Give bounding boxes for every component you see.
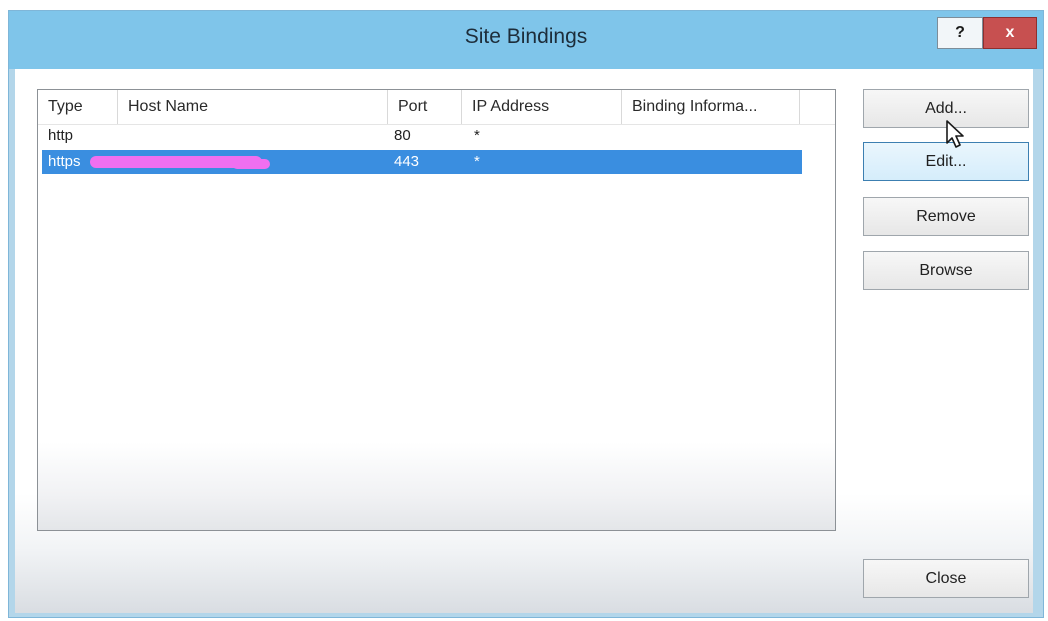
cell-type: http	[48, 127, 74, 144]
close-window-button[interactable]: x	[983, 17, 1037, 49]
dialog-title: Site Bindings	[464, 25, 588, 48]
column-header-host-name[interactable]: Host Name	[118, 90, 388, 124]
column-header-binding-information[interactable]: Binding Informa...	[622, 90, 800, 124]
redacted-host-name-tail	[232, 159, 270, 169]
cell-port: 80	[394, 127, 411, 144]
cell-ip-address: *	[474, 153, 480, 170]
arrow-cursor-icon	[946, 120, 964, 148]
help-button[interactable]: ?	[937, 17, 983, 49]
site-bindings-dialog: Site Bindings ? x Type Host Name Port IP…	[8, 10, 1044, 618]
column-header-port[interactable]: Port	[388, 90, 462, 124]
cell-type: https	[48, 153, 81, 170]
table-row[interactable]: http 80 *	[42, 124, 802, 148]
remove-button[interactable]: Remove	[863, 197, 1029, 236]
cell-ip-address: *	[474, 127, 480, 144]
title-bar[interactable]: Site Bindings ? x	[9, 11, 1043, 69]
close-button[interactable]: Close	[863, 559, 1029, 598]
browse-button[interactable]: Browse	[863, 251, 1029, 290]
table-row-selected[interactable]: https 443 *	[42, 150, 802, 174]
dialog-body: Type Host Name Port IP Address Binding I…	[15, 69, 1033, 613]
list-header: Type Host Name Port IP Address Binding I…	[38, 90, 835, 125]
column-header-ip-address[interactable]: IP Address	[462, 90, 622, 124]
column-header-type[interactable]: Type	[38, 90, 118, 124]
cell-port: 443	[394, 153, 420, 170]
bindings-list[interactable]: Type Host Name Port IP Address Binding I…	[37, 89, 836, 531]
